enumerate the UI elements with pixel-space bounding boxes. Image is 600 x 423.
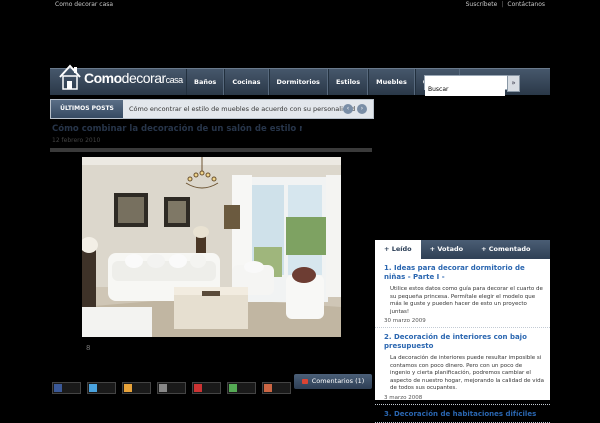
list-item: 3. Decoración de habitaciones difíciles bbox=[375, 405, 550, 423]
ticker-next-button[interactable]: › bbox=[357, 104, 367, 114]
search-button[interactable]: » bbox=[507, 75, 520, 92]
top-bar: Como decorar casa Suscríbete | Contáctanos bbox=[0, 0, 600, 10]
ticker-prev-button[interactable]: ‹ bbox=[343, 104, 353, 114]
popular-tabs: + Leído + Votado + Comentado bbox=[375, 240, 550, 259]
popular-post-title[interactable]: 2. Decoración de interiores con bajo pre… bbox=[384, 333, 544, 351]
comments-button[interactable]: Comentarios (1) bbox=[294, 374, 372, 389]
share-icon-5 bbox=[194, 384, 202, 392]
popular-post-excerpt: Utilice estos datos como guía para decor… bbox=[390, 286, 543, 315]
share-button-6[interactable] bbox=[227, 382, 256, 394]
comments-label: Comentarios (1) bbox=[311, 377, 365, 385]
house-logo-icon bbox=[59, 64, 81, 90]
post-divider bbox=[50, 148, 372, 152]
popular-post-date: 30 marzo 2009 bbox=[384, 318, 426, 324]
search-input[interactable] bbox=[425, 83, 505, 96]
nav-item-cocinas[interactable]: Cocinas bbox=[224, 69, 269, 95]
share-icon-1 bbox=[54, 384, 62, 392]
site-logo[interactable]: Comodecorarcasa bbox=[58, 63, 186, 95]
share-button-3[interactable] bbox=[122, 382, 151, 394]
share-icon-6 bbox=[229, 384, 237, 392]
site-header: Comodecorarcasa Baños Cocinas Dormitorio… bbox=[50, 64, 550, 96]
social-share-bar bbox=[52, 382, 291, 394]
share-button-4[interactable] bbox=[157, 382, 186, 394]
list-item: 2. Decoración de interiores con bajo pre… bbox=[375, 328, 550, 405]
share-button-2[interactable] bbox=[87, 382, 116, 394]
latest-posts-ticker: ÚLTIMOS POSTS Cómo encontrar el estilo d… bbox=[50, 99, 374, 119]
share-button-5[interactable] bbox=[192, 382, 221, 394]
post-title[interactable]: Cómo combinar la decoración de un salón … bbox=[52, 124, 302, 134]
logo-wordmark: Comodecorarcasa bbox=[84, 70, 183, 86]
popular-post-title[interactable]: 1. Ideas para decorar dormitorio de niña… bbox=[384, 264, 544, 282]
logo-word-3: casa bbox=[165, 75, 184, 85]
site-name[interactable]: Como decorar casa bbox=[55, 1, 113, 8]
tab-most-read[interactable]: + Leído bbox=[375, 240, 421, 259]
nav-item-muebles[interactable]: Muebles bbox=[368, 69, 415, 95]
top-links: Suscríbete | Contáctanos bbox=[465, 1, 545, 8]
popular-post-list: 1. Ideas para decorar dormitorio de niña… bbox=[375, 259, 550, 423]
ticker-post-link[interactable]: Cómo encontrar el estilo de muebles de a… bbox=[129, 100, 355, 118]
share-button-7[interactable] bbox=[262, 382, 291, 394]
nav-item-banos[interactable]: Baños bbox=[186, 69, 225, 95]
search-box bbox=[424, 75, 510, 96]
popular-post-excerpt: La decoración de interiores puede result… bbox=[390, 355, 544, 391]
living-room-photo bbox=[82, 157, 341, 337]
contact-link[interactable]: Contáctanos bbox=[507, 1, 545, 8]
main-nav: Baños Cocinas Dormitorios Estilos Mueble… bbox=[186, 69, 461, 95]
comment-icon bbox=[301, 378, 308, 384]
nav-item-estilos[interactable]: Estilos bbox=[327, 69, 369, 95]
tab-most-voted[interactable]: + Votado bbox=[421, 240, 472, 259]
post-date: 12 febrero 2010 bbox=[52, 137, 101, 144]
tab-most-commented[interactable]: + Comentado bbox=[472, 240, 539, 259]
popular-post-title[interactable]: 3. Decoración de habitaciones difíciles bbox=[384, 410, 544, 419]
share-icon-7 bbox=[264, 384, 272, 392]
share-icon-4 bbox=[159, 384, 167, 392]
share-icon-3 bbox=[124, 384, 132, 392]
logo-word-2: decorar bbox=[121, 70, 166, 86]
subscribe-link[interactable]: Suscríbete bbox=[466, 1, 498, 8]
list-item: 1. Ideas para decorar dormitorio de niña… bbox=[375, 259, 550, 328]
share-icon-2 bbox=[89, 384, 97, 392]
photo-caption: 8 bbox=[86, 344, 91, 352]
logo-word-1: Como bbox=[84, 70, 122, 86]
nav-item-dormitorios[interactable]: Dormitorios bbox=[268, 69, 328, 95]
ticker-label: ÚLTIMOS POSTS bbox=[51, 100, 123, 118]
share-button-1[interactable] bbox=[52, 382, 81, 394]
popular-posts-widget: + Leído + Votado + Comentado 1. Ideas pa… bbox=[375, 240, 550, 423]
